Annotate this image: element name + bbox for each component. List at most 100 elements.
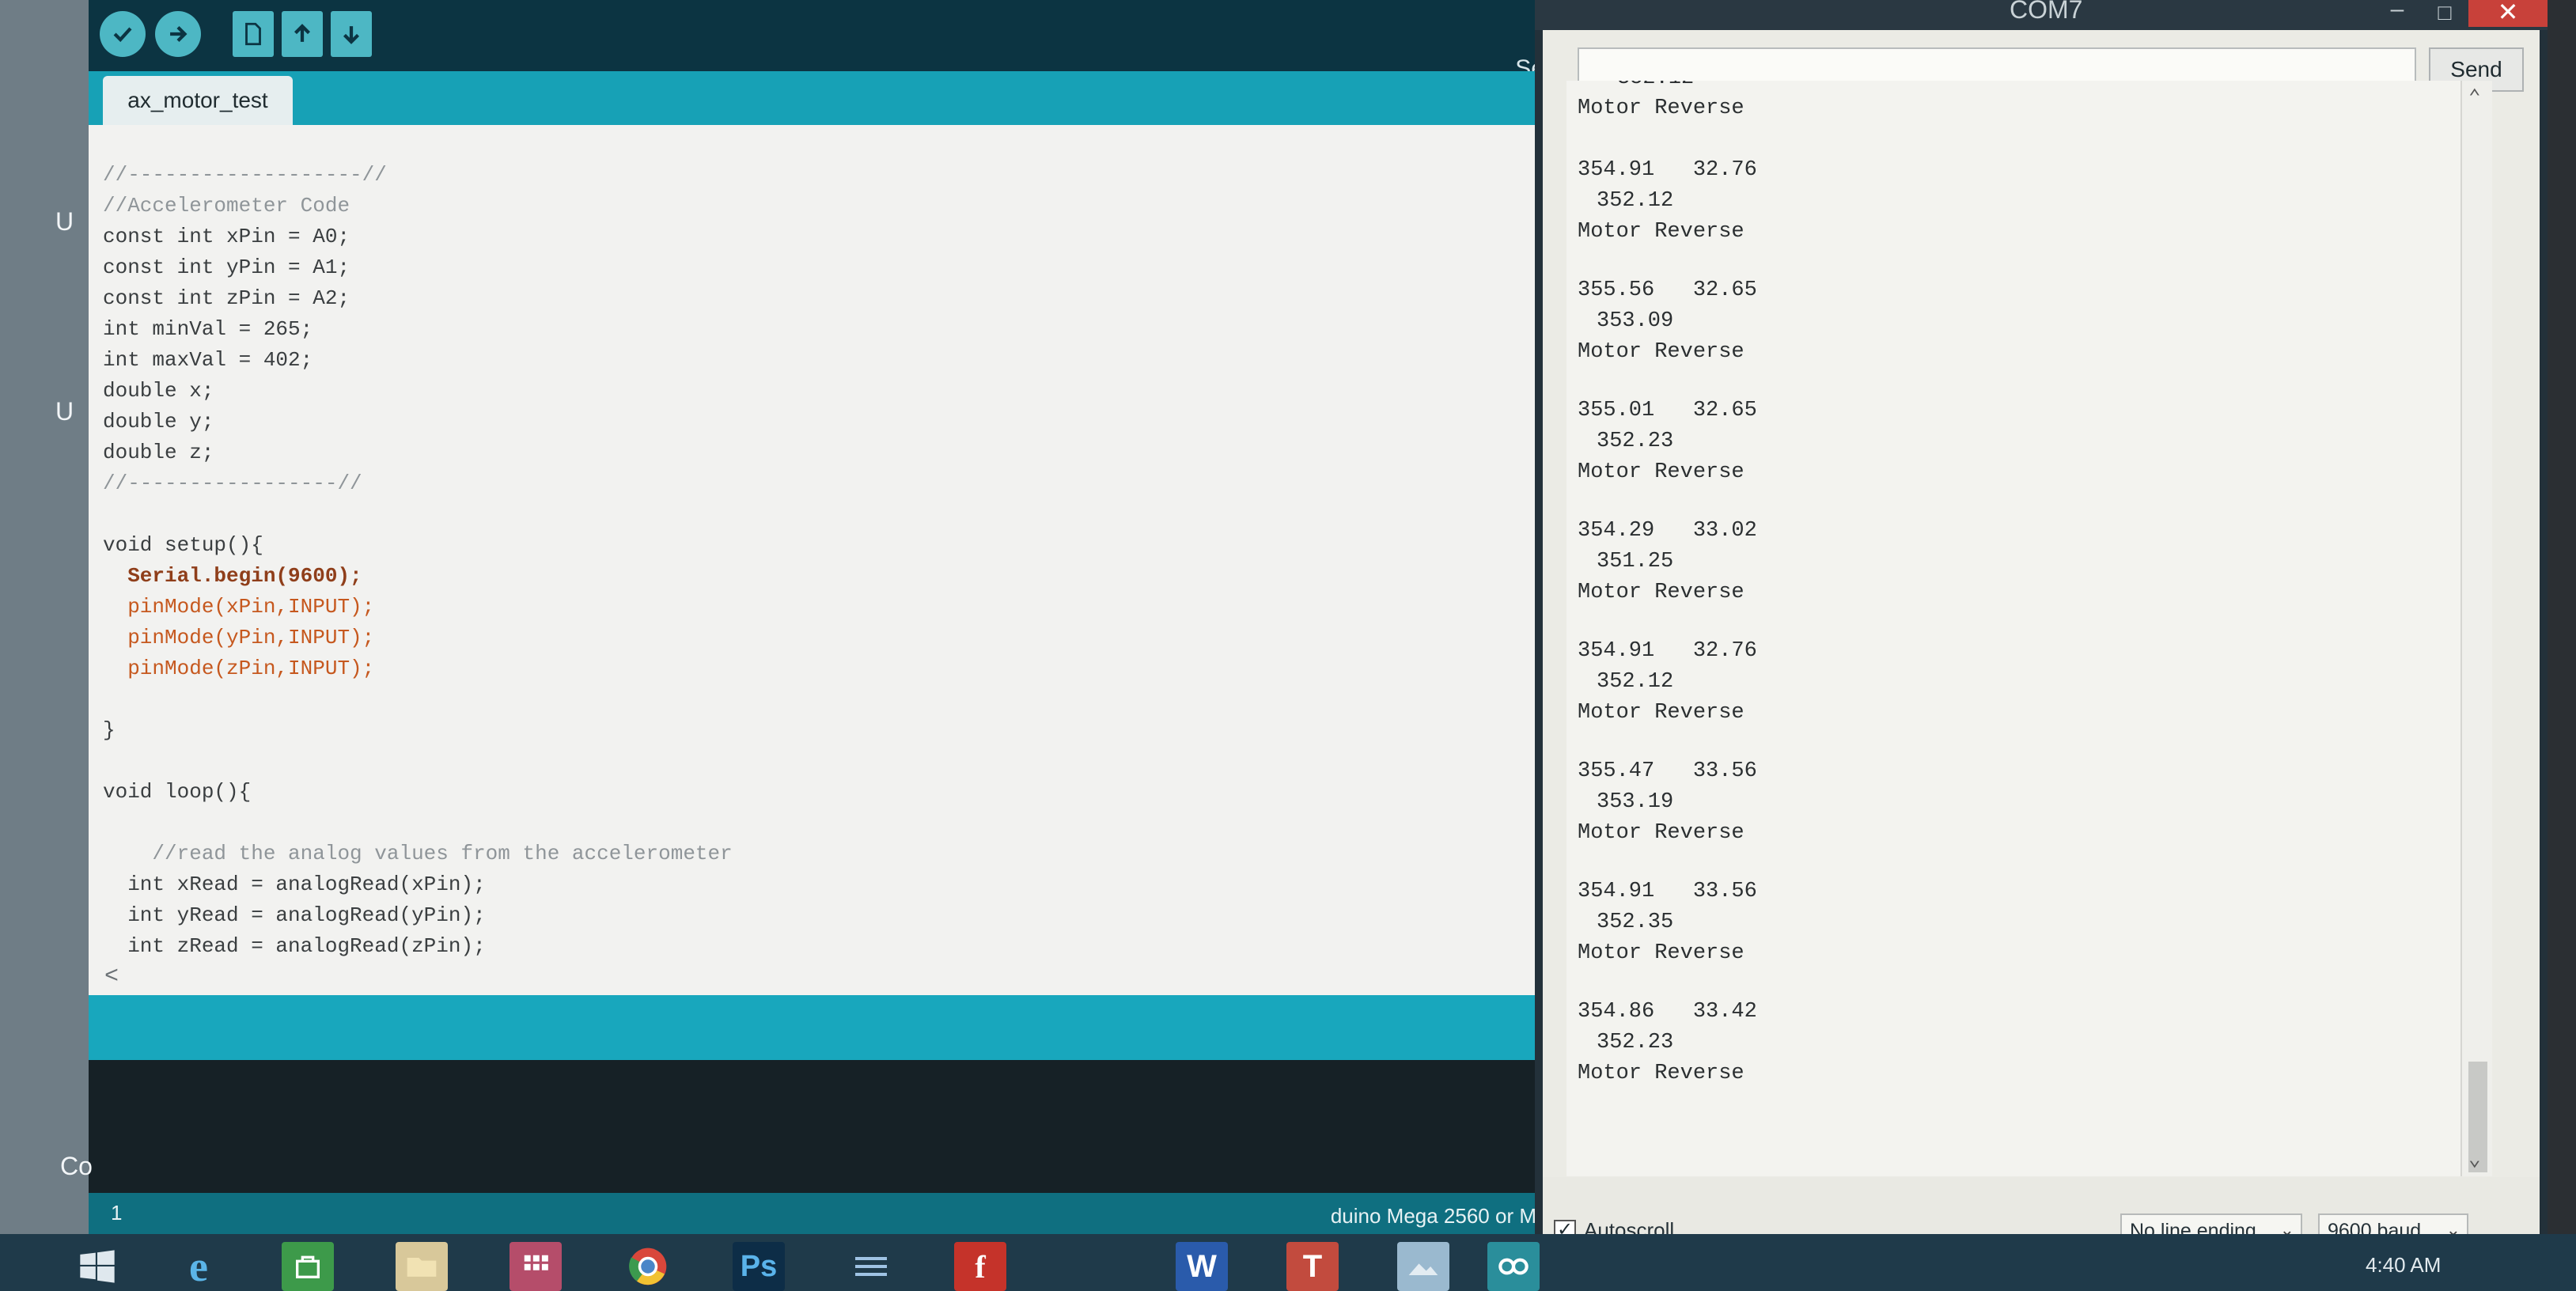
board-label: duino Mega 2560 or M <box>1330 1204 1536 1228</box>
code-line: double z; <box>103 441 214 464</box>
taskbar: e Ps f W T 4:40 AM <box>0 1234 2576 1291</box>
arduino-icon[interactable] <box>1487 1242 1540 1291</box>
serial-output-line: 354.91 32.76 <box>1578 158 1757 182</box>
code-line: } <box>103 718 116 742</box>
code-line: pinMode(zPin,INPUT); <box>103 657 375 680</box>
serial-output-line: Motor Reverse <box>1578 1062 1744 1085</box>
chevron-up-icon[interactable]: ⌃ <box>2468 85 2481 110</box>
serial-output-line: 354.91 33.56 <box>1578 880 1757 903</box>
word-icon[interactable]: W <box>1176 1242 1228 1291</box>
serial-output-line: Motor Reverse <box>1578 701 1744 725</box>
code-line: pinMode(xPin,INPUT); <box>103 595 375 619</box>
arduino-ide-window: Se ax_motor_test //-------------------//… <box>89 0 1552 1234</box>
output-scrollbar[interactable]: ⌃ ⌄ <box>2460 81 2492 1176</box>
serial-output[interactable]: 352.12 ⌃ ⌄ Motor Reverse 354.91 32.76 352.… <box>1566 81 2492 1176</box>
minimize-button[interactable]: – <box>2381 0 2413 24</box>
serial-entry: 354.86 33.42 352.23 Motor Reverse <box>1578 1000 2052 1092</box>
photos-icon[interactable] <box>1397 1242 1449 1291</box>
ide-toolbar: Se <box>89 0 1552 81</box>
code-line: double y; <box>103 410 214 433</box>
serial-output-line: 351.25 <box>1597 550 1674 574</box>
code-line: //-------------------// <box>103 163 387 187</box>
code-line: const int yPin = A1; <box>103 256 350 279</box>
serial-output-line: 352.12 <box>1597 670 1674 694</box>
clock: 4:40 AM <box>2366 1253 2442 1277</box>
code-line: int maxVal = 402; <box>103 348 313 372</box>
serial-output-line: Motor Reverse <box>1578 941 1744 965</box>
serial-output-line: Motor Reverse <box>1578 460 1744 484</box>
serial-entry: 354.91 32.76 352.12 Motor Reverse <box>1578 158 2052 251</box>
serial-output-line: 355.47 33.56 <box>1578 759 1757 783</box>
arrow-down-icon <box>343 26 360 44</box>
chrome-icon[interactable] <box>622 1242 674 1291</box>
line-number: 1 <box>111 1201 123 1225</box>
code-line: Serial.begin(9600); <box>103 564 362 588</box>
code-line: int xRead = analogRead(xPin); <box>103 873 486 896</box>
store-icon[interactable] <box>282 1242 334 1291</box>
serial-output-line: 353.19 <box>1597 790 1674 814</box>
serial-output-line: Motor Reverse <box>1578 821 1744 845</box>
checkmark-icon <box>113 27 132 43</box>
maximize-button[interactable]: □ <box>2429 0 2460 25</box>
serial-output-line: 352.35 <box>1597 911 1674 934</box>
windows-start-icon[interactable] <box>71 1242 123 1291</box>
ide-console <box>89 1060 1552 1193</box>
serial-output-line: 355.56 32.65 <box>1578 278 1757 302</box>
serial-output-line: Motor Reverse <box>1578 581 1744 604</box>
code-line: pinMode(yPin,INPUT); <box>103 626 375 649</box>
code-editor[interactable]: //-------------------// //Accelerometer C… <box>89 125 1552 995</box>
tab-sketch[interactable]: ax_motor_test <box>103 76 293 125</box>
text-app-icon[interactable]: T <box>1286 1242 1339 1291</box>
code-line: //Accelerometer Code <box>103 194 350 218</box>
desktop-label: U <box>55 207 74 236</box>
serial-output-line: 354.86 33.42 <box>1578 1000 1757 1024</box>
internet-explorer-icon[interactable]: e <box>172 1242 225 1291</box>
desktop-label: U <box>55 397 74 426</box>
scroll-left-button[interactable]: < <box>104 962 119 993</box>
equalizer-icon[interactable] <box>845 1242 897 1291</box>
serial-entry: 354.29 33.02 351.25 Motor Reverse <box>1578 519 2052 611</box>
ide-tabbar: ax_motor_test <box>89 71 1552 125</box>
flash-icon[interactable]: f <box>954 1242 1006 1291</box>
serial-entry: Motor Reverse <box>1578 97 2052 127</box>
serial-output-line: Motor Reverse <box>1578 340 1744 364</box>
chevron-down-icon[interactable]: ⌄ <box>2468 1147 2481 1172</box>
code-line: void setup(){ <box>103 533 263 557</box>
serial-entry: 354.91 33.56 352.35 Motor Reverse <box>1578 880 2052 972</box>
serial-entry: 355.56 32.65 353.09 Motor Reverse <box>1578 278 2052 371</box>
serial-output-line: 352.23 <box>1597 430 1674 453</box>
apps-grid-icon[interactable] <box>510 1242 562 1291</box>
desktop-label: Co <box>60 1152 93 1180</box>
code-line: double x; <box>103 379 214 403</box>
serial-entry: 354.91 32.76 352.12 Motor Reverse <box>1578 639 2052 732</box>
code-line: int minVal = 265; <box>103 317 313 341</box>
window-title: COM7 <box>2010 0 2083 24</box>
ide-status-bar <box>89 995 1552 1060</box>
serial-output-line: 353.09 <box>1597 309 1674 333</box>
serial-output-line: 352.12 <box>1597 189 1674 213</box>
code-line: const int xPin = A0; <box>103 225 350 248</box>
serial-output-line: 354.91 32.76 <box>1578 639 1757 663</box>
save-sketch-button[interactable] <box>331 11 372 57</box>
serial-output-line: 355.01 32.65 <box>1578 399 1757 422</box>
serial-monitor-titlebar: COM7 – □ ✕ <box>1535 0 2548 30</box>
arrow-up-icon <box>294 24 311 42</box>
serial-output-line: Motor Reverse <box>1578 97 1744 120</box>
desktop-background: U U <box>0 0 89 1234</box>
code-line: void loop(){ <box>103 780 252 804</box>
new-sketch-button[interactable] <box>233 11 274 57</box>
photoshop-icon[interactable]: Ps <box>733 1242 785 1291</box>
open-sketch-button[interactable] <box>282 11 323 57</box>
ide-footer: 1 duino Mega 2560 or M <box>89 1193 1552 1234</box>
upload-button[interactable] <box>155 11 201 57</box>
code-line: int zRead = analogRead(zPin); <box>103 934 486 958</box>
serial-output-line: Motor Reverse <box>1578 220 1744 244</box>
verify-button[interactable] <box>100 11 146 57</box>
arrow-right-icon <box>170 25 188 43</box>
file-explorer-icon[interactable] <box>396 1242 448 1291</box>
close-button[interactable]: ✕ <box>2468 0 2548 27</box>
